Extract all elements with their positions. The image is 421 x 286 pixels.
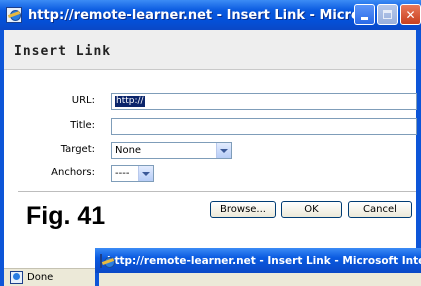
background-window-title: http://remote-learner.net - Insert Link … bbox=[107, 254, 421, 267]
url-value: http:// bbox=[115, 96, 145, 107]
ie-page-icon bbox=[10, 271, 23, 284]
minimize-button[interactable] bbox=[354, 4, 375, 25]
dropdown-arrow-icon bbox=[220, 148, 228, 153]
ok-button[interactable]: OK bbox=[281, 201, 342, 218]
window-titlebar[interactable]: http://remote-learner.net - Insert Link … bbox=[0, 0, 421, 30]
title-input[interactable] bbox=[111, 118, 417, 135]
title-label: Title: bbox=[70, 120, 95, 131]
background-window-body bbox=[95, 273, 421, 286]
maximize-icon bbox=[383, 10, 392, 19]
dialog-header: Insert Link bbox=[4, 30, 416, 70]
close-button[interactable]: ✕ bbox=[400, 4, 421, 25]
status-text: Done bbox=[27, 272, 54, 283]
minimize-icon bbox=[361, 17, 368, 20]
target-label: Target: bbox=[60, 144, 95, 155]
url-label: URL: bbox=[71, 95, 95, 106]
browse-button[interactable]: Browse... bbox=[210, 201, 276, 218]
url-input[interactable]: http:// bbox=[111, 93, 417, 110]
figure-label: Fig. 41 bbox=[26, 202, 106, 230]
anchors-value: ---- bbox=[115, 168, 130, 179]
dialog-title: Insert Link bbox=[14, 44, 112, 59]
window-title: http://remote-learner.net - Insert Link … bbox=[28, 7, 368, 23]
background-window-titlebar[interactable]: http://remote-learner.net - Insert Link … bbox=[95, 248, 421, 273]
target-value: None bbox=[115, 145, 142, 156]
anchors-label: Anchors: bbox=[51, 167, 95, 178]
background-window[interactable]: http://remote-learner.net - Insert Link … bbox=[95, 248, 421, 286]
cancel-button[interactable]: Cancel bbox=[348, 201, 412, 218]
anchors-select[interactable]: ---- bbox=[111, 165, 154, 182]
target-select[interactable]: None bbox=[111, 142, 232, 159]
divider bbox=[18, 191, 416, 192]
anchors-dropdown-button[interactable] bbox=[138, 166, 153, 181]
close-icon: ✕ bbox=[405, 7, 416, 22]
maximize-button[interactable] bbox=[377, 4, 398, 25]
target-dropdown-button[interactable] bbox=[216, 143, 231, 158]
ie-page-icon bbox=[6, 7, 22, 23]
dropdown-arrow-icon bbox=[142, 171, 150, 176]
ie-page-icon bbox=[100, 253, 115, 268]
status-bar: Done bbox=[4, 268, 95, 286]
